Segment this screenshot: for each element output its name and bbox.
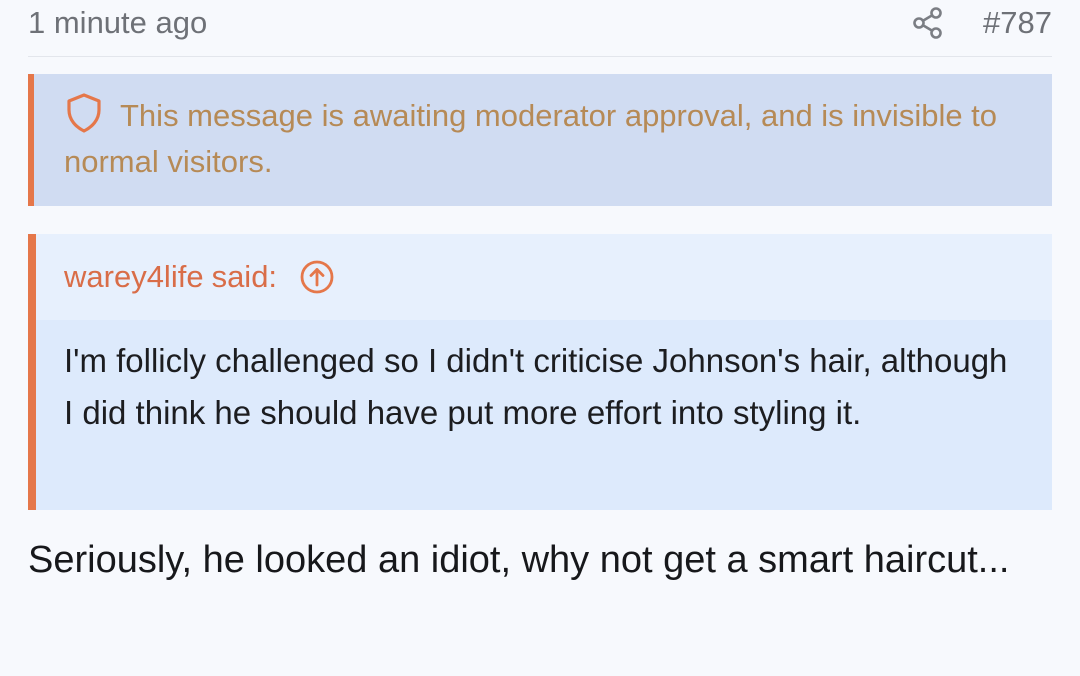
moderation-notice: This message is awaiting moderator appro… bbox=[28, 74, 1052, 206]
quote-header: warey4life said: bbox=[36, 234, 1052, 320]
message-body: Seriously, he looked an idiot, why not g… bbox=[28, 539, 1010, 581]
shield-icon bbox=[64, 92, 104, 134]
share-icon[interactable] bbox=[911, 6, 945, 40]
post-timestamp[interactable]: 1 minute ago bbox=[28, 5, 207, 41]
post-number-link[interactable]: #787 bbox=[983, 5, 1052, 41]
post-header: 1 minute ago #787 bbox=[28, 0, 1052, 57]
quote-said-label: said: bbox=[211, 259, 278, 294]
quote-author[interactable]: warey4life bbox=[64, 259, 204, 295]
post: 1 minute ago #787 This message is awaiti… bbox=[0, 0, 1080, 676]
moderation-notice-text: This message is awaiting moderator appro… bbox=[64, 98, 998, 179]
arrow-up-circle-icon[interactable] bbox=[299, 259, 335, 295]
quote-block: warey4life said: I'm follicly challenged… bbox=[28, 234, 1052, 510]
post-header-actions: #787 bbox=[911, 5, 1052, 41]
quote-body: I'm follicly challenged so I didn't crit… bbox=[36, 320, 1052, 510]
